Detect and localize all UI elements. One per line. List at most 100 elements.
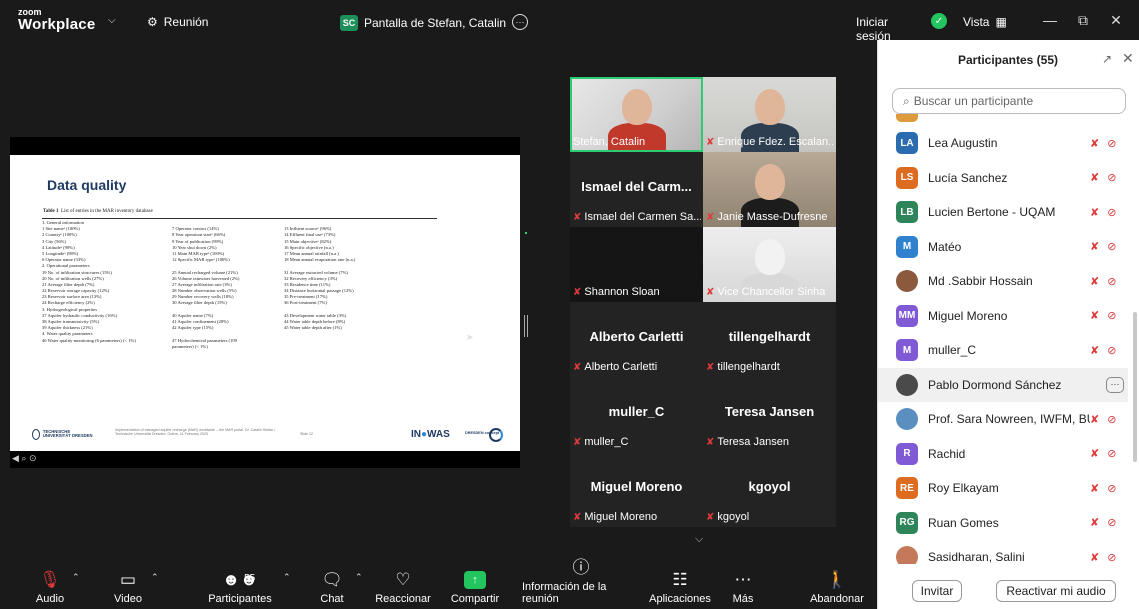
audio-button[interactable]: 🎙 Audio [30, 558, 70, 609]
video-tile[interactable]: ✘ Vice Chancellor Sinha [703, 227, 836, 302]
share-button[interactable]: ↑ Compartir [449, 558, 501, 609]
participant-row[interactable]: LA Lea Augustin ✘ ⊘ [878, 126, 1128, 160]
meeting-menu[interactable]: ⚙ Reunión [147, 15, 208, 29]
status-dot [525, 232, 527, 234]
participant-row[interactable]: Prof. Sara Nowreen, IWFM, BUET✘⊘ [878, 402, 1128, 436]
participant-row[interactable]: LB Lucien Bertone - UQAM ✘ ⊘ [878, 195, 1128, 229]
video-tile[interactable]: Ismael del Carm... ✘ Ismael del Carmen Sa.… [570, 152, 703, 227]
chevron-down-icon[interactable]: ⌵ [108, 15, 116, 26]
participant-row[interactable]: MM Miguel Moreno ✘ ⊘ [878, 299, 1128, 333]
participant-row[interactable]: RG Ruan Gomes ✘ ⊘ [878, 506, 1128, 540]
participant-row[interactable]: R Rachid ✘ ⊘ [878, 437, 1128, 471]
participant-row[interactable]: Md .Sabbir Hossain ✘ ⊘ [878, 264, 1128, 298]
video-button[interactable]: ▭ Video [108, 558, 148, 609]
participant-name-large: Teresa Jansen [724, 404, 815, 419]
video-off-icon: ⊘ [1107, 241, 1117, 253]
participant-row[interactable]: Mmuller_C ✘ ⊘ [878, 333, 1128, 367]
participant-search-input[interactable]: ⌕ Buscar un participante [892, 88, 1126, 114]
view-button[interactable]: Vista ▦ [963, 15, 1007, 29]
slide-controls-icon[interactable]: ◀ ⌕ ⊙ [12, 453, 37, 464]
video-tile[interactable]: tillengelhardt ✘ tillengelhardt [703, 302, 836, 377]
chat-button[interactable]: 🗨 Chat [317, 558, 347, 609]
minimize-icon[interactable]: — [1041, 12, 1059, 28]
video-tile[interactable]: kgoyol ✘ kgoyol [703, 452, 836, 527]
participants-label: Participantes [208, 593, 272, 605]
shared-screen[interactable]: Data quality Table 1 List of entries in … [10, 137, 527, 468]
more-options-icon[interactable]: ⋯ [512, 14, 528, 30]
participant-name: Sasidharan, Salini [928, 550, 1025, 564]
participant-row[interactable]: Sasidharan, Salini ✘ ⊘ [878, 540, 1128, 564]
mic-muted-icon: ✘ [1090, 551, 1100, 564]
tile-name-label: ✘ tillengelhardt [706, 361, 780, 373]
video-tile[interactable]: ✘ Janie Masse-Dufresne [703, 152, 836, 227]
mic-muted-icon: ✘ [1090, 413, 1100, 426]
video-tile[interactable]: Alberto Carletti ✘ Alberto Carletti [570, 302, 703, 377]
split-resize-handle[interactable] [524, 315, 528, 337]
zoom-logo: zoom Workplace [18, 8, 96, 33]
participant-row[interactable]: LS Lucía Sanchez ✘ ⊘ [878, 161, 1128, 195]
screen-share-pill[interactable]: SC Pantalla de Stefan, Catalin [340, 12, 526, 34]
participant-status-icons: ✘ ⊘ [1090, 275, 1116, 288]
logo-line2: Workplace [18, 16, 96, 33]
participant-row[interactable]: RE Roy Elkayam ✘ ⊘ [878, 471, 1128, 505]
table-cell [284, 344, 434, 350]
participants-panel: Participantes (55) ↗ ✕ ⌕ Buscar un parti… [877, 40, 1139, 609]
video-tile[interactable]: ✘ Enrique Fdez. Escalan... [703, 77, 836, 152]
view-label: Vista [963, 15, 990, 29]
sign-in-link[interactable]: Iniciar sesión [856, 15, 920, 43]
video-gallery: Stefan, Catalin ✘ Enrique Fdez. Escalan...… [570, 77, 836, 527]
footer-note: Implementation of managed aquifer rechar… [115, 428, 276, 437]
participant-status-icons: ✘ ⊘ [1090, 171, 1116, 184]
participant-status-icons: ✘ ⊘ [1090, 344, 1116, 357]
video-caret-icon[interactable]: ⌃ [151, 572, 159, 583]
video-tile[interactable]: Teresa Jansen ✘ Teresa Jansen [703, 377, 836, 452]
pop-out-icon[interactable]: ↗ [1102, 52, 1112, 66]
video-tile[interactable]: Stefan, Catalin [570, 77, 703, 152]
video-off-icon: ⊘ [1107, 551, 1117, 564]
participants-button[interactable]: ☻☻ 55 Participantes [208, 558, 272, 609]
panel-close-icon[interactable]: ✕ [1122, 50, 1134, 67]
audio-caret-icon[interactable]: ⌃ [72, 572, 80, 583]
participant-name: Roy Elkayam [928, 481, 999, 495]
tile-name-label: ✘ Miguel Moreno [573, 511, 657, 523]
mouse-cursor-icon: ➤ [466, 332, 474, 342]
invite-button[interactable]: Invitar [912, 580, 962, 602]
participants-count: 55 [244, 573, 256, 584]
mic-muted-icon: ✘ [706, 436, 715, 448]
share-label: Compartir [450, 593, 500, 605]
more-button[interactable]: ⋯ Más [731, 558, 755, 609]
avatar: LS [896, 166, 918, 189]
participant-name: Matéo [928, 239, 962, 254]
meeting-info-button[interactable]: ⓘ Información de la reunión [522, 558, 640, 609]
participant-row[interactable]: M Matéo ✘ ⊘ [878, 230, 1128, 264]
participant-more-button[interactable]: ⋯ [1106, 376, 1124, 393]
restore-icon[interactable]: ⧉ [1074, 12, 1092, 29]
participant-name: Janie Masse-Dufresne [717, 211, 828, 223]
tu-dresden-logo: TECHNISCHE UNIVERSITÄT DRESDEN [32, 426, 94, 442]
video-off-icon: ⊘ [1107, 517, 1117, 529]
chat-caret-icon[interactable]: ⌃ [355, 572, 363, 583]
participant-name: muller_C [584, 436, 629, 448]
apps-button[interactable]: ☷ Aplicaciones [648, 558, 712, 609]
video-tile[interactable]: Miguel Moreno ✘ Miguel Moreno [570, 452, 703, 527]
mic-muted-icon: ✘ [1090, 137, 1100, 150]
unmute-me-button[interactable]: Reactivar mi audio [996, 580, 1116, 602]
participants-caret-icon[interactable]: ⌃ [283, 572, 291, 583]
avatar: M [896, 235, 918, 258]
tile-name-label: Stefan, Catalin [573, 136, 645, 148]
more-label: Más [732, 593, 754, 605]
share-screen-icon: ↑ [464, 570, 486, 590]
shield-check-icon[interactable]: ✓ [931, 13, 947, 29]
video-tile[interactable]: ✘ Shannon Sloan [570, 227, 703, 302]
panel-scrollbar[interactable] [1133, 312, 1137, 462]
participant-status-icons: ✘ ⊘ [1090, 137, 1116, 150]
leave-button[interactable]: 🚶 Abandonar [809, 558, 865, 609]
gallery-chevron-down-icon[interactable]: ⌵ [695, 533, 703, 546]
participant-row[interactable]: Pablo Dormond Sánchez ⋯ [878, 367, 1128, 402]
tu-seal-icon [32, 428, 40, 440]
avatar: LA [896, 132, 918, 154]
sharer-avatar: SC [340, 15, 358, 31]
close-icon[interactable]: ✕ [1107, 12, 1125, 29]
video-tile[interactable]: muller_C ✘ muller_C [570, 377, 703, 452]
react-button[interactable]: ♡ Reaccionar [375, 558, 431, 609]
